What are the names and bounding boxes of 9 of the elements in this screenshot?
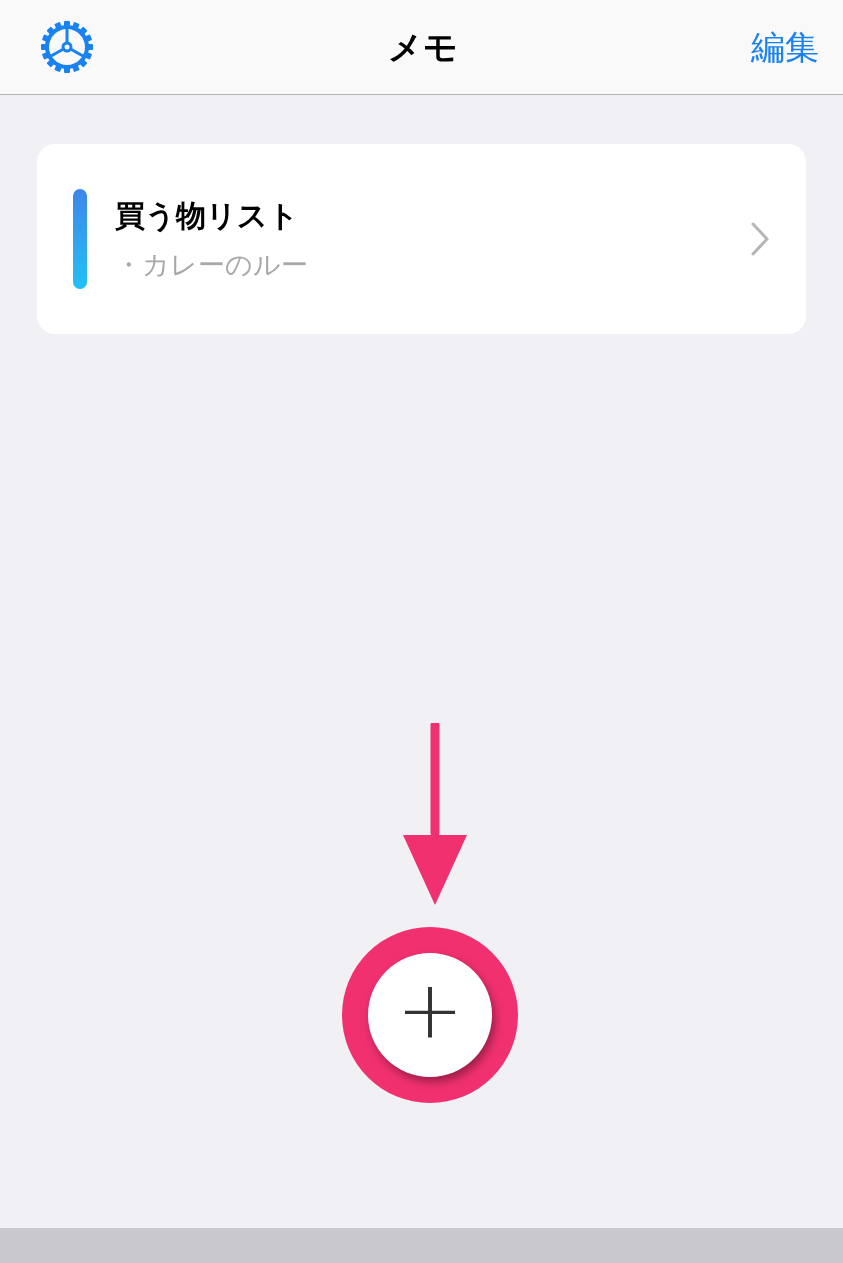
color-bar-icon <box>73 189 87 289</box>
chevron-icon <box>750 221 770 257</box>
settings-icon[interactable] <box>39 19 95 75</box>
note-preview: ・カレーのルー <box>115 250 309 278</box>
note-card[interactable]: 買う物リスト ・カレーのルー <box>37 144 806 334</box>
edit-button[interactable]: 編集 <box>751 21 819 73</box>
note-title: 買う物リスト <box>115 200 300 231</box>
add-button[interactable]: + <box>368 953 492 1077</box>
screen-title: メモ <box>388 25 458 69</box>
